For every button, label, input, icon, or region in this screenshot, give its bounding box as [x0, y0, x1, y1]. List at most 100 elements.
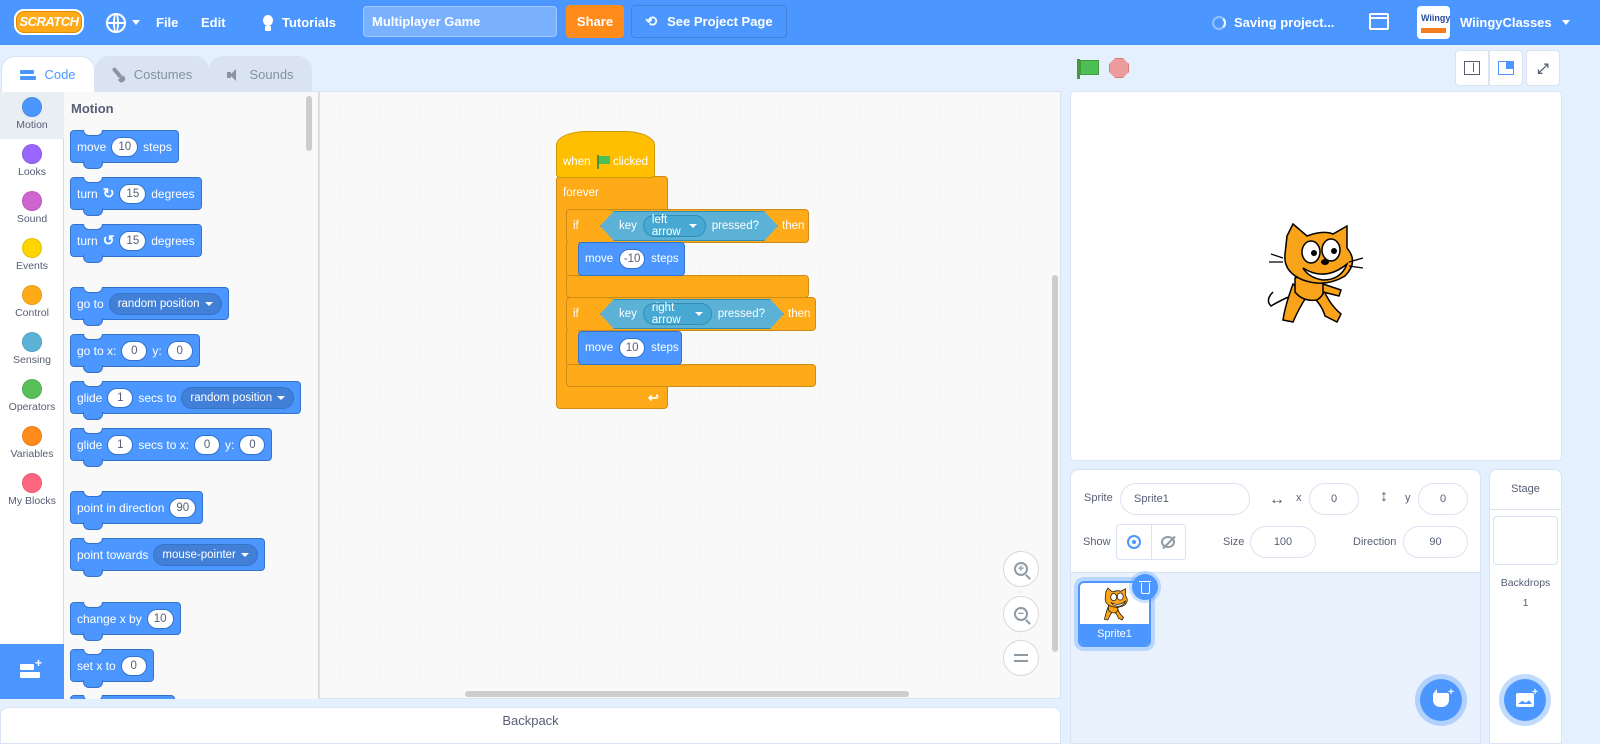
- move-minus-10-block[interactable]: move -10 steps: [578, 242, 685, 276]
- palette-scrollbar[interactable]: [306, 96, 312, 151]
- choose-sprite-button[interactable]: +: [1420, 679, 1462, 721]
- code-icon: [20, 69, 37, 80]
- block-turn-left[interactable]: turn ↺ 15 degrees: [70, 224, 202, 263]
- block-point-towards[interactable]: point towards mouse-pointer: [70, 538, 265, 577]
- category-control[interactable]: Control: [0, 280, 64, 327]
- delete-sprite-button[interactable]: [1132, 574, 1158, 600]
- tab-costumes[interactable]: Costumes: [95, 56, 209, 92]
- my-stuff-folder-icon[interactable]: [1369, 13, 1389, 30]
- add-extension-button[interactable]: +: [0, 644, 64, 699]
- edit-menu[interactable]: Edit: [201, 0, 226, 45]
- x-input[interactable]: 0: [121, 340, 148, 361]
- x-position-input[interactable]: 0: [1309, 483, 1359, 515]
- share-button[interactable]: Share: [566, 5, 624, 38]
- language-menu[interactable]: [106, 0, 140, 45]
- zoom-out-button[interactable]: −: [1003, 596, 1039, 632]
- script-horizontal-scrollbar[interactable]: [465, 691, 909, 697]
- tab-code[interactable]: Code: [1, 56, 95, 92]
- glide-target-dropdown[interactable]: random position: [181, 386, 295, 409]
- block-turn-right[interactable]: turn ↻ 15 degrees: [70, 177, 202, 216]
- block-go-to-xy[interactable]: go to x: 0 y: 0: [70, 334, 200, 373]
- steps-input[interactable]: -10: [619, 249, 646, 269]
- y-input[interactable]: 0: [239, 434, 266, 455]
- project-title-input[interactable]: Multiplayer Game: [363, 6, 557, 37]
- size-input[interactable]: 100: [1250, 526, 1316, 558]
- sound-dot-icon: [22, 191, 42, 211]
- rotate-left-icon: ↺: [102, 232, 115, 248]
- remix-arrows-icon: ⟲: [645, 13, 658, 29]
- y-position-input[interactable]: 0: [1418, 483, 1468, 515]
- block-set-x-to[interactable]: set x to 0: [70, 649, 154, 688]
- script-vertical-scrollbar[interactable]: [1052, 275, 1058, 652]
- see-project-page-button[interactable]: ⟲ See Project Page: [631, 5, 787, 38]
- block-glide-to-xy[interactable]: glide 1 secs to x: 0 y: 0: [70, 428, 273, 467]
- category-motion[interactable]: Motion: [0, 92, 64, 139]
- secs-input[interactable]: 1: [107, 434, 134, 455]
- block-go-to[interactable]: go to random position: [70, 287, 229, 326]
- large-stage-icon: [1498, 61, 1514, 75]
- script-area[interactable]: [319, 91, 1061, 699]
- degrees-input[interactable]: 15: [119, 230, 147, 251]
- zoom-reset-button[interactable]: [1003, 640, 1039, 676]
- hide-sprite-button[interactable]: [1150, 525, 1185, 559]
- backdrops-label: Backdrops: [1500, 577, 1551, 589]
- avatar: Wiingy: [1417, 5, 1450, 39]
- key-dropdown-left[interactable]: left arrow: [643, 215, 706, 237]
- menu-bar: SCRATCH File Edit Tutorials Multiplayer …: [0, 0, 1600, 45]
- horizontal-arrows-icon: ↔: [1269, 491, 1285, 508]
- key-dropdown-right[interactable]: right arrow: [643, 303, 712, 325]
- scratch-logo[interactable]: SCRATCH: [14, 9, 84, 35]
- stage-thumbnail[interactable]: [1493, 516, 1558, 565]
- variables-dot-icon: [22, 426, 42, 446]
- zoom-in-button[interactable]: +: [1003, 551, 1039, 587]
- x-input[interactable]: 0: [194, 434, 221, 455]
- dropdown-arrow-icon: [277, 395, 286, 400]
- point-towards-dropdown[interactable]: mouse-pointer: [153, 543, 258, 566]
- account-menu[interactable]: Wiingy WiingyClasses: [1417, 4, 1570, 40]
- backpack[interactable]: Backpack: [0, 707, 1061, 744]
- block-point-in-direction[interactable]: point in direction 90: [70, 491, 204, 530]
- large-stage-button[interactable]: [1489, 50, 1523, 86]
- zoom-in-icon: +: [1014, 562, 1028, 576]
- key-pressed-right-block[interactable]: key right arrow pressed?: [600, 299, 784, 329]
- sprite-tile-name: Sprite1: [1080, 624, 1149, 645]
- category-variables[interactable]: Variables: [0, 421, 64, 468]
- file-menu[interactable]: File: [156, 0, 178, 45]
- small-stage-button[interactable]: [1455, 50, 1489, 86]
- tutorials-button[interactable]: Tutorials: [260, 0, 336, 45]
- key-pressed-left-block[interactable]: key left arrow pressed?: [600, 211, 778, 241]
- steps-input[interactable]: 10: [111, 136, 139, 157]
- sprite-name-input[interactable]: Sprite1: [1120, 483, 1250, 515]
- tab-sounds[interactable]: Sounds: [209, 56, 312, 92]
- full-screen-button[interactable]: ⤢: [1526, 50, 1560, 86]
- category-operators[interactable]: Operators: [0, 374, 64, 421]
- degrees-input[interactable]: 15: [119, 183, 147, 204]
- direction-input[interactable]: 90: [169, 497, 197, 518]
- choose-backdrop-button[interactable]: +: [1504, 679, 1546, 721]
- show-sprite-button[interactable]: [1117, 525, 1151, 559]
- trash-icon: [1138, 580, 1151, 594]
- secs-input[interactable]: 1: [107, 387, 134, 408]
- stop-button[interactable]: [1109, 58, 1129, 78]
- when-flag-clicked-block[interactable]: when clicked: [556, 131, 655, 178]
- change-x-input[interactable]: 10: [146, 608, 174, 629]
- category-looks[interactable]: Looks: [0, 139, 64, 186]
- category-sound[interactable]: Sound: [0, 186, 64, 233]
- category-sensing[interactable]: Sensing: [0, 327, 64, 374]
- block-glide-to[interactable]: glide 1 secs to random position: [70, 381, 302, 420]
- cat-sprite[interactable]: [1263, 222, 1367, 330]
- category-my-blocks[interactable]: My Blocks: [0, 468, 64, 515]
- looks-dot-icon: [22, 144, 42, 164]
- block-change-x-by[interactable]: change x by 10: [70, 602, 181, 641]
- block-move-steps[interactable]: move 10 steps: [70, 130, 179, 169]
- go-to-target-dropdown[interactable]: random position: [108, 292, 222, 315]
- steps-input[interactable]: 10: [619, 338, 646, 358]
- green-flag-button[interactable]: [1076, 58, 1099, 80]
- set-x-input[interactable]: 0: [120, 655, 147, 676]
- direction-input[interactable]: 90: [1403, 526, 1468, 558]
- move-10-block[interactable]: move 10 steps: [578, 331, 682, 365]
- y-input[interactable]: 0: [166, 340, 193, 361]
- category-events[interactable]: Events: [0, 233, 64, 280]
- control-dot-icon: [22, 285, 42, 305]
- block-partial[interactable]: [70, 695, 175, 699]
